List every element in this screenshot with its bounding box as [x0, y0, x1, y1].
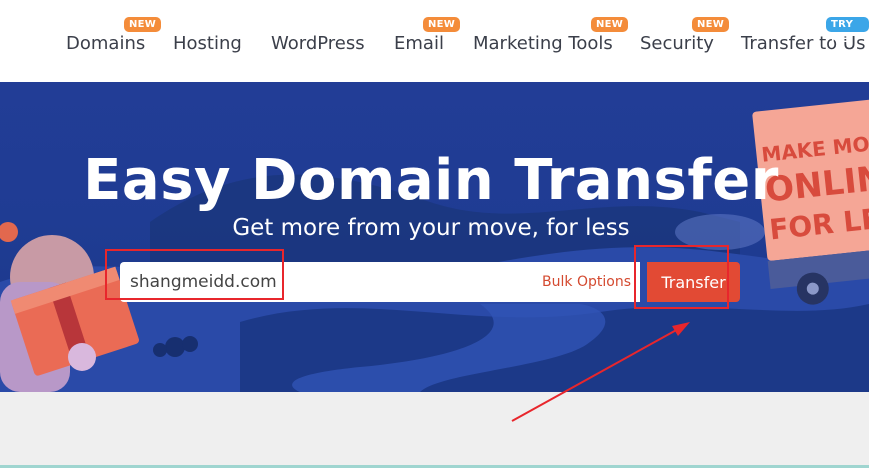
- new-badge-email: NEW: [423, 17, 461, 32]
- try-me-badge: TRY ME: [826, 17, 869, 45]
- new-badge-domains: NEW: [124, 17, 162, 32]
- hero-title: Easy Domain Transfer: [83, 148, 779, 213]
- nav-item-email[interactable]: Email: [394, 33, 444, 54]
- nav-item-security[interactable]: Security: [640, 33, 714, 54]
- new-badge-transfer: NEW: [692, 17, 730, 32]
- bulk-options-link[interactable]: Bulk Options: [542, 274, 631, 290]
- new-badge-security: NEW: [591, 17, 629, 32]
- nav-item-hosting[interactable]: Hosting: [173, 33, 242, 54]
- top-nav: NEW Domains Hosting WordPress NEW Email …: [0, 0, 869, 82]
- hero-subtitle: Get more from your move, for less: [232, 215, 630, 241]
- annotation-box-domain-input: [105, 249, 284, 300]
- hero-banner: MAKE MORE ONLINE FOR LESS Easy Domain Tr…: [0, 82, 869, 392]
- nav-item-wordpress[interactable]: WordPress: [271, 33, 365, 54]
- annotation-box-transfer-button: [634, 245, 729, 309]
- nav-item-domains[interactable]: Domains: [66, 33, 145, 54]
- nav-item-marketing-tools[interactable]: Marketing Tools: [473, 33, 613, 54]
- page-content-area: [0, 392, 869, 468]
